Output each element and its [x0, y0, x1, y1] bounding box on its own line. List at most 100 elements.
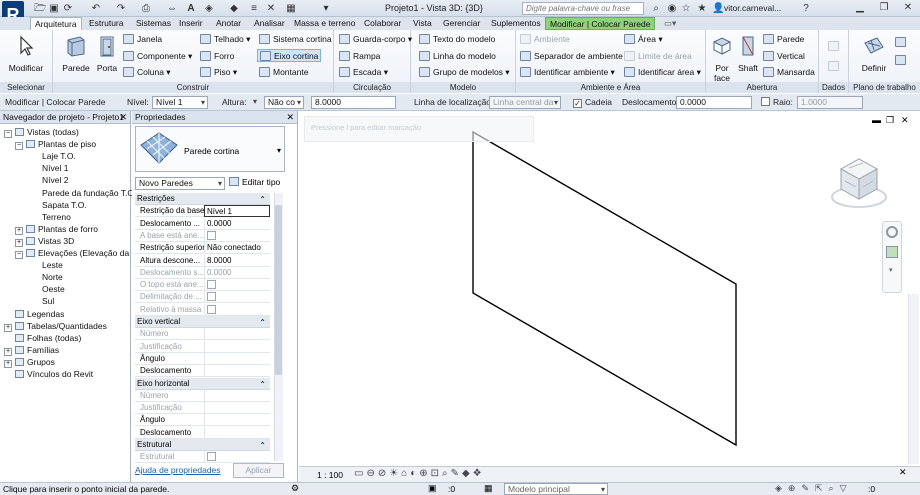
properties-scroll-thumb[interactable] [275, 205, 282, 375]
measure-icon[interactable]: ⇔ [166, 3, 178, 14]
property-value[interactable]: Não conectado [204, 242, 270, 255]
identificar-area-button[interactable]: Identificar área ▾ [624, 66, 701, 79]
cadeia-checkbox[interactable]: ✓ Cadeia [573, 97, 612, 108]
search-input[interactable]: Digite palavra-chave ou frase [522, 2, 644, 15]
tree-item[interactable]: Sul [26, 295, 54, 307]
property-row[interactable]: O topo está ane... [135, 279, 270, 292]
property-row[interactable]: Justificação [135, 340, 270, 353]
tree-item[interactable]: + Plantas de forro [15, 223, 98, 235]
view-scrollbar[interactable] [908, 294, 919, 464]
tree-item[interactable]: Nível 1 [26, 162, 68, 174]
view-controls-icons[interactable]: ▭⊖⊘☀⌂◐⊕⊡⌕✎◆❖ [354, 468, 485, 479]
edit-type-button[interactable]: Editar tipo [229, 177, 280, 187]
grid-datum-button[interactable] [828, 60, 842, 73]
sistema-cortina-button[interactable]: Sistema cortina [259, 33, 332, 46]
scale-label[interactable]: 1 : 100 [317, 470, 343, 480]
close-icon[interactable]: ✕ [286, 112, 294, 123]
definir-button[interactable]: Definir [859, 34, 889, 73]
selection-filter-icons[interactable]: ◈⊕✎⇱⌕▽ [775, 483, 853, 494]
tree-item[interactable]: Terreno [26, 211, 71, 223]
property-row[interactable]: Ângulo [135, 414, 270, 427]
tree-item[interactable]: Norte [26, 271, 63, 283]
tree-item[interactable]: + Vistas 3D [15, 235, 74, 247]
property-value[interactable]: 0.0000 [204, 217, 270, 230]
view-minimize-button[interactable]: ▬ [872, 115, 881, 125]
property-value[interactable] [204, 426, 270, 439]
parede-button[interactable]: Parede [61, 34, 91, 73]
sync-icon[interactable]: ⟳ [62, 3, 74, 14]
property-row[interactable]: Altura descone... 8.0000 [135, 254, 270, 267]
expand-icon[interactable]: + [4, 323, 12, 332]
redo-icon[interactable]: ↷ [115, 3, 127, 14]
area-button[interactable]: Área ▾ [624, 33, 663, 46]
help-icon[interactable]: ? [800, 3, 812, 14]
abertura-vertical-button[interactable]: Vertical [763, 50, 805, 63]
tree-item[interactable]: + Famílias [4, 344, 59, 356]
linha-localizacao-select[interactable]: Linha central da [489, 96, 561, 109]
print-icon[interactable]: ⎙ [140, 3, 152, 14]
tree-item[interactable]: + Grupos [4, 356, 55, 368]
ref-plane-button[interactable] [895, 54, 909, 67]
montante-button[interactable]: Montante [259, 66, 308, 79]
tree-item[interactable]: Legendas [4, 308, 64, 320]
property-section-header[interactable]: Restrições [135, 193, 270, 206]
expand-icon[interactable]: + [4, 347, 12, 356]
raio-checkbox[interactable]: Raio: [761, 97, 793, 107]
tree-item[interactable]: − Plantas de piso [15, 138, 96, 151]
text-icon[interactable]: A [185, 3, 197, 14]
show-workplane-button[interactable] [895, 36, 909, 49]
undo-icon[interactable]: ↶ [90, 3, 102, 14]
zoom-icon[interactable] [886, 246, 898, 258]
linha-modelo-button[interactable]: Linha do modelo [419, 50, 496, 63]
tab-colaborar[interactable]: Colaborar [360, 17, 405, 30]
property-row[interactable]: Deslocamento ... 0.0000 [135, 217, 270, 230]
identificar-ambiente-button[interactable]: Identificar ambiente ▾ [520, 66, 615, 79]
separador-ambiente-button[interactable]: Separador de ambiente [520, 50, 623, 63]
tab-suplementos[interactable]: Suplementos [487, 17, 545, 30]
property-row[interactable]: Número [135, 389, 270, 402]
view-close-icon[interactable]: ✕ [899, 467, 907, 478]
forro-button[interactable]: Forro [200, 50, 234, 63]
property-value[interactable]: 8.0000 [204, 254, 270, 267]
altura-input[interactable]: 8.0000 [311, 96, 396, 109]
escada-button[interactable]: Escada ▾ [339, 66, 388, 79]
curtain-wall-element[interactable] [472, 130, 737, 447]
save-icon[interactable]: ▣ [48, 3, 60, 14]
tab-gerenciar[interactable]: Gerenciar [439, 17, 484, 30]
thin-lines-icon[interactable]: ≡ [248, 3, 260, 14]
tab-modificar-colocar-parede[interactable]: Modificar | Colocar Parede [545, 17, 656, 30]
eixo-cortina-button[interactable]: Eixo cortina [257, 49, 322, 62]
property-section-header[interactable]: Eixo vertical [135, 316, 270, 329]
ambiente-button[interactable]: Ambiente [520, 33, 570, 46]
property-row[interactable]: Deslocamento s... 0.0000 [135, 266, 270, 279]
tab-vista[interactable]: Vista [409, 17, 436, 30]
tree-item[interactable]: Sapata T.O. [26, 199, 87, 211]
property-row[interactable]: Delimitação de ... [135, 291, 270, 304]
collapse-icon[interactable]: − [15, 251, 23, 259]
close-hidden-icon[interactable]: ✕ [265, 3, 277, 14]
model-icon[interactable]: ▦ [484, 483, 493, 494]
favorites-icon[interactable]: ★ [696, 3, 708, 14]
modify-button[interactable]: Modificar [6, 34, 46, 73]
help-link[interactable]: Ajuda de propriedades [135, 465, 221, 475]
property-row[interactable]: Restrição superior Não conectado [135, 242, 270, 255]
property-row[interactable]: Justificação [135, 402, 270, 415]
level-datum-button[interactable] [828, 40, 842, 53]
ribbon-minimize-icon[interactable]: ▭▾ [660, 17, 680, 30]
steering-wheel-icon[interactable] [886, 226, 898, 238]
shaft-button[interactable]: Shaft [736, 34, 760, 73]
open-icon[interactable]: 🗁 [34, 3, 46, 14]
texto-modelo-button[interactable]: Texto do modelo [419, 33, 495, 46]
componente-button[interactable]: Componente ▾ [123, 50, 192, 63]
telhado-button[interactable]: Telhado ▾ [200, 33, 250, 46]
communication-icon[interactable]: ☆ [680, 3, 692, 14]
raio-input[interactable]: 1.0000 [797, 96, 863, 109]
porta-button[interactable]: Porta [93, 34, 121, 73]
property-row[interactable]: Estrutural [135, 451, 270, 464]
por-face-button[interactable]: Por face [709, 34, 735, 83]
altura-select[interactable]: Não co [264, 96, 304, 109]
altura-mode-select[interactable] [250, 96, 259, 109]
close-icon[interactable]: ✕ [119, 112, 127, 123]
property-value[interactable]: Nível 1 [204, 205, 270, 218]
expand-icon[interactable]: + [15, 226, 23, 235]
